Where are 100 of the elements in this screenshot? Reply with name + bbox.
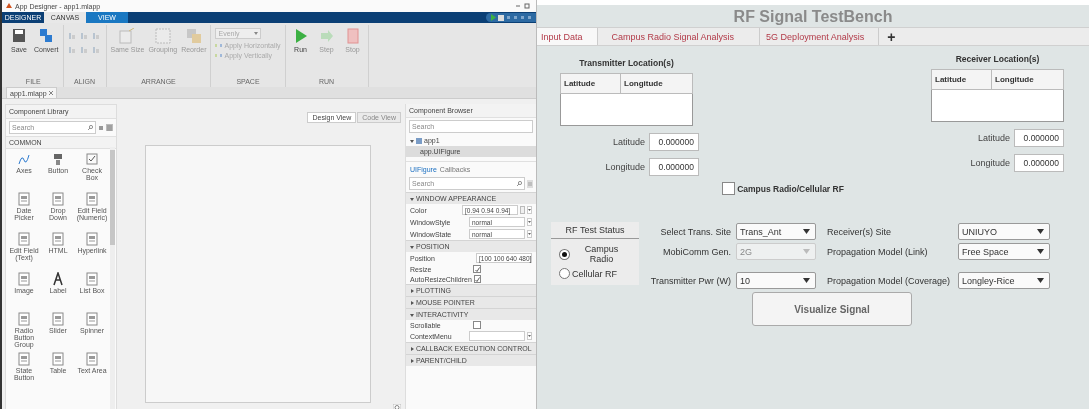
dropdown-value: Longley-Rice <box>962 275 1015 286</box>
field-label: Latitude <box>977 133 1010 143</box>
field-label: Latitude <box>612 137 645 147</box>
field-label: MobiComm Gen. <box>661 246 732 257</box>
list-view-icon[interactable] <box>106 124 113 131</box>
location-table[interactable]: Latitude Longitude <box>931 69 1064 122</box>
widget-icon <box>85 232 99 246</box>
dropdown[interactable]: 10 <box>736 272 816 289</box>
widget-icon <box>51 192 65 206</box>
widget-icon <box>17 352 31 366</box>
letter-a-icon <box>51 272 65 286</box>
checkbox[interactable] <box>473 321 481 329</box>
widget-icon <box>51 152 65 166</box>
widget-icon <box>17 192 31 206</box>
widget-icon <box>85 272 99 286</box>
caret-icon <box>1037 278 1044 283</box>
dropdown[interactable]: Trans_Ant <box>736 223 816 240</box>
spacing-icon <box>215 52 223 59</box>
close-icon[interactable] <box>48 91 53 95</box>
dropdown-value: Trans_Ant <box>740 226 782 237</box>
numeric-field[interactable]: 0.000000 <box>649 133 699 151</box>
section-title: Receiver Location(s) <box>955 54 1040 64</box>
column-header: Latitude <box>931 69 992 90</box>
stop-icon <box>344 28 361 44</box>
maximize-icon[interactable] <box>524 3 530 9</box>
caret-icon[interactable] <box>527 218 532 226</box>
checkbox[interactable] <box>722 182 736 195</box>
radio-button[interactable] <box>559 268 570 279</box>
radio-button[interactable] <box>559 248 570 260</box>
widget-icon <box>17 272 31 286</box>
color-swatch-icon[interactable] <box>520 206 525 214</box>
location-table[interactable]: Latitude Longitude <box>560 73 693 126</box>
widget-icon <box>85 152 99 166</box>
caret-icon <box>254 32 259 35</box>
caret-icon[interactable] <box>527 332 532 340</box>
app-logo-icon <box>6 3 12 9</box>
expanded-arrow-icon <box>410 138 414 143</box>
column-header: Longitude <box>620 73 693 94</box>
caret-icon <box>1037 229 1044 234</box>
numeric-field[interactable]: 0.000000 <box>649 158 699 176</box>
widget-icon <box>17 232 31 246</box>
collapsed-arrow-icon <box>410 288 414 293</box>
checkbox[interactable] <box>473 275 481 283</box>
dropdown[interactable]: Longley-Rice <box>958 272 1050 289</box>
collapsed-arrow-icon <box>410 346 414 351</box>
dropdown-value: UNIUYO <box>962 226 997 237</box>
field-label: Propagation Model (Link) <box>826 246 929 257</box>
figure-icon <box>416 137 422 144</box>
dropdown-value: 2G <box>740 246 752 257</box>
step-icon <box>318 28 335 44</box>
widget-icon <box>51 232 65 246</box>
checkbox-label: Campus Radio/Cellular RF <box>737 183 844 194</box>
tab[interactable]: Input Data <box>537 28 598 45</box>
numeric-field[interactable]: 0.000000 <box>1014 154 1064 172</box>
search-icon <box>88 125 93 130</box>
radio-option[interactable]: Campus Radio <box>551 242 639 266</box>
dropdown[interactable]: UNIUYO <box>958 223 1050 240</box>
caret-icon <box>803 229 810 234</box>
dropdown-value: Free Space <box>962 246 1009 257</box>
minimize-icon[interactable] <box>515 3 521 9</box>
panel-title: RF Test Status <box>551 222 639 239</box>
expanded-arrow-icon <box>410 312 414 317</box>
caret-icon[interactable] <box>527 230 532 238</box>
app-title: RF Signal TestBench <box>732 7 894 27</box>
checkbox[interactable] <box>473 265 481 273</box>
field-label: Transmitter Pwr (W) <box>649 275 732 286</box>
widget-icon <box>85 312 99 326</box>
section-title: Transmitter Location(s) <box>579 58 674 68</box>
widget-icon <box>85 192 99 206</box>
caret-icon <box>1037 249 1044 254</box>
expanded-arrow-icon <box>410 196 414 201</box>
radio-option[interactable]: Cellular RF <box>551 266 625 281</box>
field-label: Propagation Model (Coverage) <box>826 275 952 286</box>
grouping-icon <box>154 28 171 44</box>
dropdown[interactable]: Free Space <box>958 243 1050 260</box>
spacing-icon <box>215 42 223 49</box>
caret-icon <box>803 249 810 254</box>
field-label: Longitude <box>605 162 645 172</box>
reorder-icon <box>185 28 202 44</box>
visualize-signal-button[interactable]: Visualize Signal <box>752 292 912 326</box>
field-label: Receiver(s) Site <box>826 226 892 237</box>
widget-icon <box>85 352 99 366</box>
run-icon[interactable] <box>490 14 496 21</box>
collapsed-arrow-icon <box>410 300 414 305</box>
expanded-arrow-icon <box>410 244 414 249</box>
column-header: Latitude <box>560 73 621 94</box>
caret-icon <box>803 278 810 283</box>
numeric-field[interactable]: 0.000000 <box>1014 129 1064 147</box>
add-tab-button[interactable]: + <box>879 28 904 45</box>
widget-icon <box>51 312 65 326</box>
icon-view-icon[interactable] <box>98 124 104 131</box>
widget-icon <box>17 312 31 326</box>
collapsed-arrow-icon <box>410 358 414 363</box>
field-label: Longitude <box>970 158 1010 168</box>
field-label: Select Trans. Site <box>659 226 732 237</box>
caret-icon[interactable] <box>527 206 532 214</box>
column-header: Longitude <box>991 69 1064 90</box>
property-field[interactable] <box>469 331 525 341</box>
convert-icon <box>38 28 55 44</box>
widget-icon <box>51 352 65 366</box>
